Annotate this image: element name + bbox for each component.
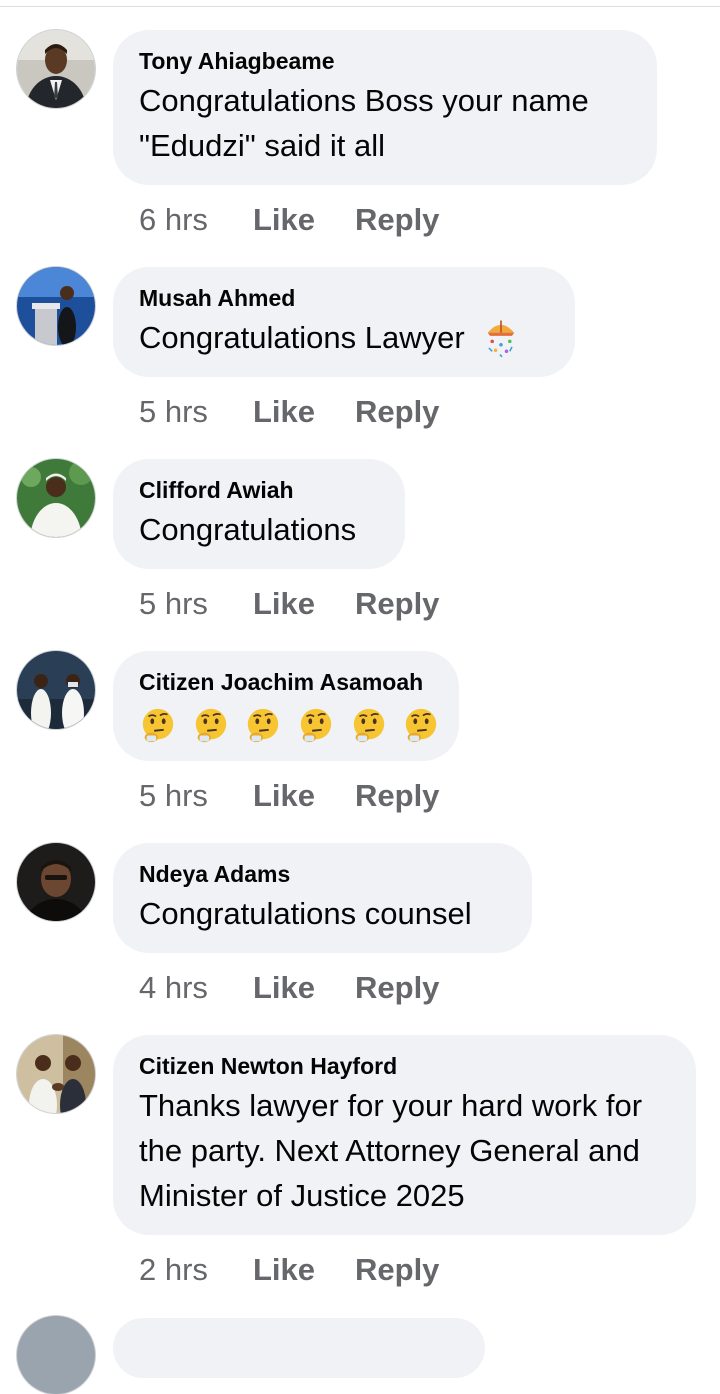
- like-button[interactable]: Like: [253, 394, 355, 430]
- thinking-face-icon: [405, 708, 437, 742]
- like-button[interactable]: Like: [253, 586, 355, 622]
- comment-actions: 6 hrs Like Reply: [139, 202, 439, 238]
- man-in-white-robe-avatar[interactable]: [17, 459, 95, 537]
- comment-timestamp[interactable]: 6 hrs: [139, 202, 253, 238]
- reply-button[interactable]: Reply: [355, 1252, 439, 1288]
- comment-text-row: Congratulations Lawyer: [139, 315, 549, 360]
- people-in-white-avatar[interactable]: [17, 651, 95, 729]
- man-in-suit-avatar[interactable]: [17, 30, 95, 108]
- emoji-row: [139, 699, 437, 746]
- next-comment-bubble: [113, 1318, 485, 1378]
- comment-actions: 5 hrs Like Reply: [139, 778, 439, 814]
- thinking-face-icon: [195, 708, 226, 742]
- comment-timestamp[interactable]: 5 hrs: [139, 586, 253, 622]
- next-comment-avatar[interactable]: [17, 1316, 95, 1394]
- comment-text: Congratulations Lawyer: [139, 320, 465, 355]
- comment-bubble: Tony Ahiagbeame Congratulations Boss you…: [113, 30, 657, 185]
- top-divider: [0, 6, 720, 7]
- speaker-at-podium-avatar[interactable]: [17, 267, 95, 345]
- comment-timestamp[interactable]: 4 hrs: [139, 970, 253, 1006]
- comment-actions: 4 hrs Like Reply: [139, 970, 439, 1006]
- comment-timestamp[interactable]: 5 hrs: [139, 778, 253, 814]
- comment-text: Congratulations Boss your name "Edudzi" …: [139, 83, 589, 163]
- comment-text: Congratulations: [139, 512, 357, 547]
- comment-author[interactable]: Clifford Awiah: [139, 476, 379, 504]
- reply-button[interactable]: Reply: [355, 394, 439, 430]
- comment-timestamp[interactable]: 2 hrs: [139, 1252, 253, 1288]
- comment-bubble: Clifford Awiah Congratulations: [113, 459, 405, 569]
- comment-author[interactable]: Citizen Newton Hayford: [139, 1052, 670, 1080]
- reply-button[interactable]: Reply: [355, 778, 439, 814]
- like-button[interactable]: Like: [253, 1252, 355, 1288]
- comment-author[interactable]: Citizen Joachim Asamoah: [139, 668, 433, 696]
- comment-bubble: Ndeya Adams Congratulations counsel: [113, 843, 532, 953]
- comment-author[interactable]: Musah Ahmed: [139, 284, 549, 312]
- thinking-face-icon: [248, 708, 279, 742]
- comment-actions: 2 hrs Like Reply: [139, 1252, 439, 1288]
- thinking-face-icon: [142, 708, 174, 742]
- reply-button[interactable]: Reply: [355, 586, 439, 622]
- like-button[interactable]: Like: [253, 778, 355, 814]
- man-portrait-avatar[interactable]: [17, 843, 95, 921]
- comment-bubble: Musah Ahmed Congratulations Lawyer: [113, 267, 575, 377]
- comment-timestamp[interactable]: 5 hrs: [139, 394, 253, 430]
- reply-button[interactable]: Reply: [355, 970, 439, 1006]
- handshake-avatar[interactable]: [17, 1035, 95, 1113]
- comment-bubble: Citizen Joachim Asamoah: [113, 651, 459, 761]
- reply-button[interactable]: Reply: [355, 202, 439, 238]
- comment-text: Congratulations counsel: [139, 896, 472, 931]
- like-button[interactable]: Like: [253, 202, 355, 238]
- comment-bubble: Citizen Newton Hayford Thanks lawyer for…: [113, 1035, 696, 1235]
- party-popper-emoji-icon: [488, 320, 515, 358]
- comment-author[interactable]: Ndeya Adams: [139, 860, 506, 888]
- comment-actions: 5 hrs Like Reply: [139, 586, 439, 622]
- thinking-face-icon: [353, 708, 384, 742]
- comment-text: Thanks lawyer for your hard work for the…: [139, 1088, 643, 1213]
- like-button[interactable]: Like: [253, 970, 355, 1006]
- comment-actions: 5 hrs Like Reply: [139, 394, 439, 430]
- thinking-face-icon: [300, 708, 332, 742]
- comment-author[interactable]: Tony Ahiagbeame: [139, 47, 631, 75]
